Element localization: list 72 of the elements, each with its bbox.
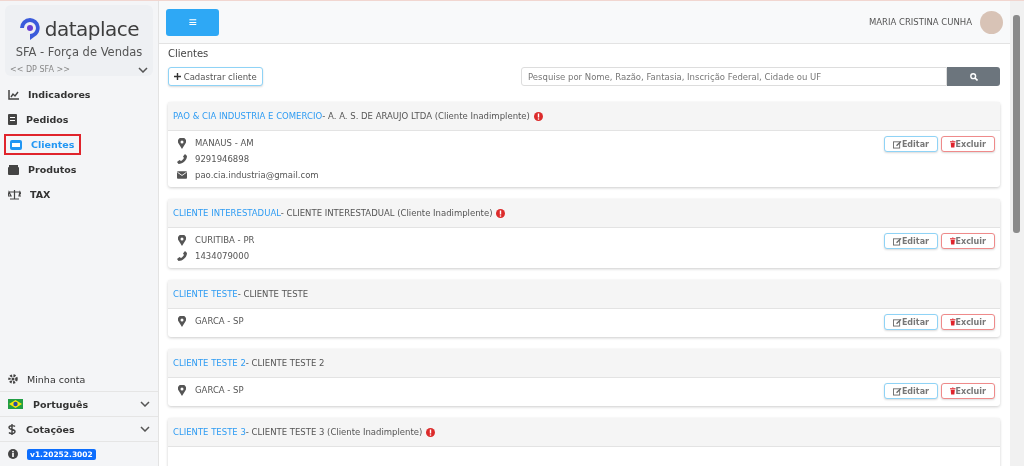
location-text: CURITIBA - PR [195,235,255,245]
delete-button[interactable]: Excluir [941,233,995,249]
map-pin-icon [177,315,187,327]
plus-icon [174,72,181,80]
chart-icon [8,89,19,100]
delete-button[interactable]: Excluir [941,314,995,330]
client-title: CLIENTE TESTE 2- CLIENTE TESTE 2 [173,358,325,368]
phone-icon [177,251,187,261]
logo-text: dataplace [44,17,140,41]
trash-icon [950,317,956,327]
chevron-down-icon[interactable] [140,401,150,407]
client-title: PAO & CIA INDUSTRIA E COMERCIO- A. A. S. DE ARAUJO LTDA (Cliente Inadimplente) [173,111,530,121]
client-title: CLIENTE TESTE- CLIENTE TESTE [173,289,309,299]
info-icon [8,449,18,459]
chevron-down-icon[interactable] [138,66,148,73]
delete-button[interactable]: Excluir [941,383,995,399]
edit-button[interactable]: Editar [884,314,938,330]
trash-icon [950,386,956,396]
edit-button[interactable]: Editar [884,136,938,152]
edit-icon [893,139,902,149]
edit-icon [893,386,902,396]
dropdown[interactable]: Cotações [8,423,75,435]
chevron-down-icon[interactable] [140,426,150,432]
add-client-button[interactable]: Cadastrar cliente [168,67,263,86]
trash-icon [950,139,956,149]
sidebar-item[interactable]: Pedidos [4,109,73,130]
client-name-link[interactable]: CLIENTE TESTE 2 [173,358,246,368]
sidebar-link[interactable]: Minha conta [0,367,158,392]
sidebar-item[interactable]: TAX [4,184,72,205]
search-icon [969,72,978,81]
logo-icon [18,17,41,41]
search-field[interactable]: Pesquise por Nome, Razão, Fantasia, Inscrição Federal, Cidade ou UF [521,67,947,86]
sidebar-item[interactable]: Clientes [4,134,81,155]
edit-button[interactable]: Editar [884,383,938,399]
edit-icon [893,236,902,246]
sidebar-item[interactable]: Produtos [4,159,81,180]
envelope-icon [177,171,187,179]
dropdown[interactable]: Português [8,398,89,410]
settings-icon [8,374,18,384]
box-icon [8,164,19,175]
edit-icon [893,317,902,327]
email-text: pao.cia.industria@gmail.com [195,170,319,180]
phone-icon [177,154,187,164]
trash-icon [950,236,956,246]
client-name-link[interactable]: CLIENTE INTERESTADUAL [173,208,281,218]
client-title: CLIENTE TESTE 3- CLIENTE TESTE 3 (Cliente Inadimplente) [173,427,423,437]
sidebar-item[interactable]: Indicadores [4,84,95,105]
client-title: CLIENTE INTERESTADUAL- CLIENTE INTERESTADUAL (Cliente Inadimplente) [173,208,493,218]
client-name-link[interactable]: CLIENTE TESTE 3 [173,427,246,437]
edit-button[interactable]: Editar [884,233,938,249]
card-icon [10,139,22,150]
phone-text: 9291946898 [195,154,250,164]
flag-icon [8,399,23,409]
document-icon [8,114,17,125]
page-title: Clientes [168,48,210,59]
location-text: MANAUS - AM [195,138,254,148]
scrollbar[interactable] [1010,1,1024,466]
location-text: GARCA - SP [195,316,244,326]
client-name-link[interactable]: CLIENTE TESTE [173,289,238,299]
map-pin-icon [177,234,187,246]
app-title: SFA - Força de Vendas [15,45,143,59]
dollar-icon [8,423,16,435]
location-text: GARCA - SP [195,385,244,395]
delete-button[interactable]: Excluir [941,136,995,152]
search-button[interactable] [947,67,1000,86]
phone-text: 1434079000 [195,251,250,261]
map-pin-icon [177,137,187,149]
user-name: MARIA CRISTINA CUNHA [868,17,972,27]
company-selector[interactable]: << DP SFA >> [10,65,70,74]
scale-icon [8,189,21,200]
menu-button[interactable]: ≡ [166,8,219,36]
map-pin-icon [177,384,187,396]
